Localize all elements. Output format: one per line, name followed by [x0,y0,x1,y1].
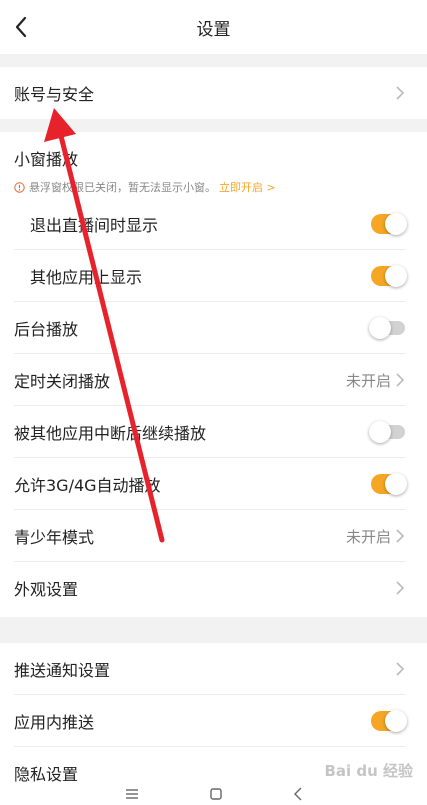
mini-window-hint-text: 悬浮窗权限已关闭，暂无法显示小窗。 [29,181,216,194]
account-security-label: 账号与安全 [14,85,95,104]
background-play-row: 后台播放 [0,302,427,354]
teen-mode-value: 未开启 [345,527,391,546]
warning-icon [14,181,25,193]
teen-mode-label: 青少年模式 [14,528,95,547]
exit-live-row: 退出直播间时显示 [0,198,427,250]
chevron-right-icon [396,86,405,100]
push-notify-label: 推送通知设置 [14,661,111,680]
chevron-right-icon [396,529,405,543]
chevron-right-icon [396,373,405,387]
timer-row[interactable]: 定时关闭播放 未开启 [0,354,427,406]
mini-window-row: 小窗播放 [0,132,427,180]
other-apps-toggle[interactable] [371,265,407,287]
enable-now-link[interactable]: 立即开启 > [219,179,276,195]
chevron-right-icon [396,581,405,595]
other-apps-row: 其他应用上显示 [0,250,427,302]
privacy-label: 隐私设置 [14,765,79,783]
nav-back-icon[interactable] [293,787,303,801]
inapp-push-toggle[interactable] [371,710,407,732]
playback-group: 小窗播放 悬浮窗权限已关闭，暂无法显示小窗。 立即开启 > 退出直播间时显示 其… [0,132,427,617]
page-title: 设置 [196,19,231,40]
inapp-push-label: 应用内推送 [14,713,95,732]
system-nav-bar [0,783,427,805]
interrupt-row: 被其他应用中断后继续播放 [0,406,427,458]
top-bar: 设置 [0,0,427,54]
teen-mode-row[interactable]: 青少年模式 未开启 [0,510,427,562]
account-group: 账号与安全 [0,67,427,119]
mini-window-label: 小窗播放 [14,150,79,169]
appearance-row[interactable]: 外观设置 [0,562,427,614]
inapp-push-row: 应用内推送 [0,695,427,747]
mobile-autoplay-label: 允许3G/4G自动播放 [14,476,161,495]
background-play-toggle[interactable] [369,317,405,339]
background-play-label: 后台播放 [14,320,79,339]
exit-live-toggle[interactable] [371,213,407,235]
account-security-row[interactable]: 账号与安全 [0,67,427,119]
exit-live-label: 退出直播间时显示 [30,216,159,235]
appearance-label: 外观设置 [14,580,79,599]
interrupt-toggle[interactable] [369,421,405,443]
back-button[interactable] [8,12,34,42]
timer-value: 未开启 [345,371,391,390]
mobile-autoplay-row: 允许3G/4G自动播放 [0,458,427,510]
back-arrow-icon [15,16,27,38]
interrupt-label: 被其他应用中断后继续播放 [14,424,207,443]
menu-icon[interactable] [125,788,139,800]
other-apps-label: 其他应用上显示 [30,268,143,287]
watermark: Bai du 经验 [324,762,413,780]
push-notify-row[interactable]: 推送通知设置 [0,643,427,695]
chevron-right-icon [396,662,405,676]
timer-label: 定时关闭播放 [14,372,111,391]
home-icon[interactable] [209,787,223,801]
mobile-autoplay-toggle[interactable] [371,473,407,495]
